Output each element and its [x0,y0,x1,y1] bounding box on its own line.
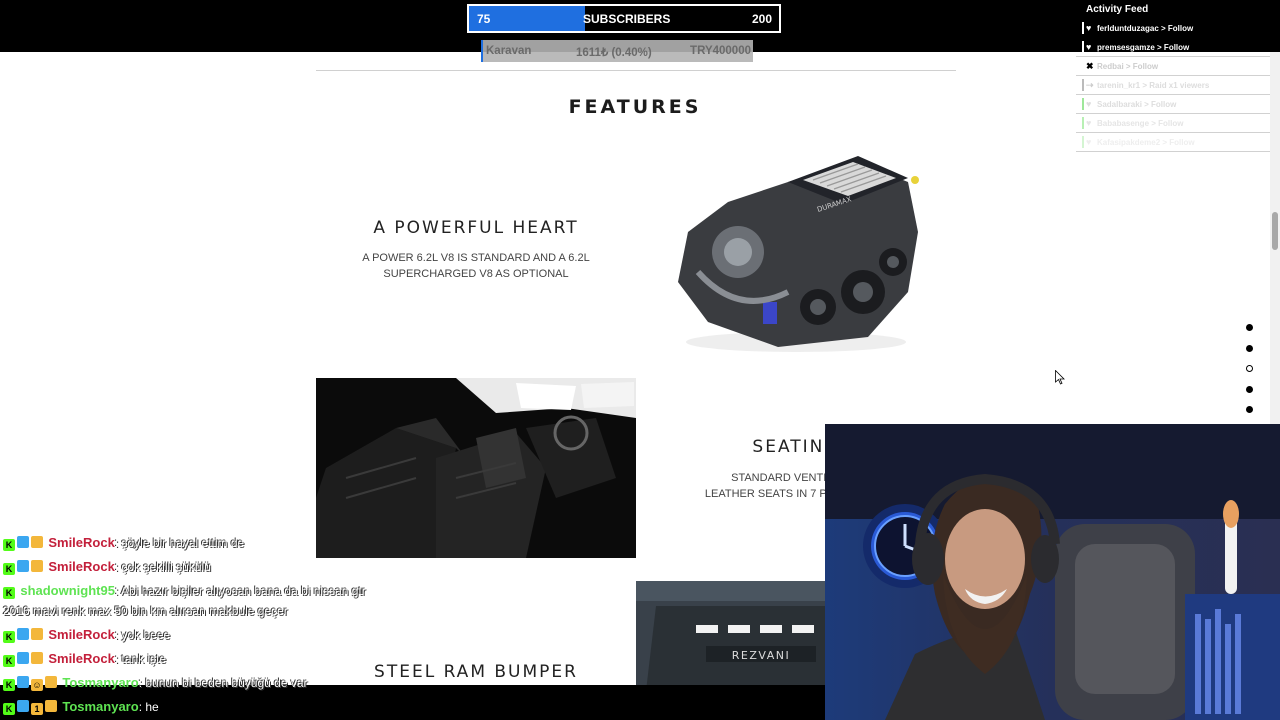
mouse-cursor-icon [1055,370,1065,385]
feed-item: ✖ Redbai > Follow [1076,57,1270,76]
chat-message: K shadownight95: Abi hazır bişiler alıyo… [3,582,366,600]
subscriber-target: 200 [751,12,772,26]
chat-message-continuation: 2016 mavi renk max 50 bin km alırsan mak… [3,602,288,620]
chat-text: : çok şekilli şükülü [114,560,211,574]
nav-dot-3-active[interactable] [1245,365,1253,372]
donation-goal-target: TRY400000 [690,45,751,57]
sub-badge-icon [17,628,29,640]
kick-badge-icon: K [3,587,15,599]
chat-username[interactable]: SmileRock [48,651,114,666]
donation-goal-name: Karavan [486,45,532,57]
crown-badge-icon [45,676,57,688]
chat-text: : bunun bi beden büyüğü de var [138,676,308,690]
kick-badge-icon: K [3,539,15,551]
chat-text: : tank işte [114,652,167,666]
chat-message: K SmileRock: yok beee [3,626,170,644]
feed-item: ♥ Kafasipakdeme2 > Follow [1076,133,1270,152]
heart-desc-line-1: A POWER 6.2L V8 IS STANDARD AND A 6.2L [362,252,590,264]
heart-icon: ♥ [1086,99,1092,109]
heart-desc-line-2: SUPERCHARGED V8 AS OPTIONAL [383,268,569,280]
kick-badge-icon: K [3,631,15,643]
nav-dot-2[interactable] [1245,344,1253,352]
powerful-heart-description: A POWER 6.2L V8 IS STANDARD AND A 6.2L S… [336,250,616,282]
sub-badge-icon [17,652,29,664]
chat-username[interactable]: shadownight95 [20,583,115,598]
interior-seating-image [316,378,636,558]
kick-badge-icon: K [3,563,15,575]
engine-image: DURAMAX [668,142,928,356]
chat-username[interactable]: Tosmanyaro [62,675,138,690]
tier-badge-icon: 1 [31,703,43,715]
feed-item: ♥ ferlduntduzagac > Follow [1076,19,1270,38]
kick-badge-icon: K [3,655,15,667]
sub-badge-icon [17,676,29,688]
gift-badge-icon [31,560,43,572]
webcam-feed [825,424,1280,720]
chat-text: : Abi hazır bişiler alıyosan bana da bi … [114,584,366,598]
activity-feed: Activity Feed ♥ ferlduntduzagac > Follow… [1076,0,1270,160]
section-divider [316,70,956,71]
kick-badge-icon: K [3,679,15,691]
chat-message: K SmileRock: tank işte [3,650,166,668]
powerful-heart-title: A Powerful Heart [373,218,579,238]
kick-badge-icon: K [3,703,15,715]
heart-icon: ♥ [1086,137,1092,147]
scrollbar-thumb[interactable] [1272,212,1278,250]
sub-badge-icon [17,536,29,548]
nav-dot-4[interactable] [1245,385,1253,393]
chat-text: 2016 mavi renk max 50 bin km alırsan mak… [3,604,288,618]
subscriber-goal-bar: 75 SUBSCRIBERS 200 [467,4,781,33]
feed-item: ♥ Sadalbaraki > Follow [1076,95,1270,114]
chat-text: : he [138,700,159,714]
nav-dot-5[interactable] [1245,406,1253,413]
stream-chat: K SmileRock: şöyle bir hayal ettim de K … [0,534,820,720]
feed-item: ♥ Bababasenge > Follow [1076,114,1270,133]
section-dot-nav [1243,324,1255,427]
heart-icon: ♥ [1086,42,1092,52]
chat-username[interactable]: SmileRock [48,535,114,550]
activity-feed-title: Activity Feed [1086,4,1149,15]
subscriber-count: 75 [477,12,491,26]
gift-badge-icon [31,628,43,640]
chat-text: : yok beee [114,628,171,642]
kick-icon: ✖ [1086,61,1094,71]
donation-goal-bar: Karavan 1611₺ (0.40%) TRY400000 [481,40,753,62]
gift-badge-icon [31,536,43,548]
gift-badge-icon [31,652,43,664]
subscriber-label: SUBSCRIBERS [583,12,671,26]
chat-message: K ☺ Tosmanyaro: bunun bi beden büyüğü de … [3,674,308,692]
sub-badge-icon [17,560,29,572]
chat-message: K SmileRock: şöyle bir hayal ettim de [3,534,244,552]
chat-message: K 1 Tosmanyaro: he [3,698,159,716]
raid-icon: ⇢ [1086,80,1094,90]
nav-dot-1[interactable] [1245,324,1253,331]
feed-item: ⇢ tarenin_kr1 > Raid x1 viewers [1076,76,1270,95]
chat-username[interactable]: Tosmanyaro [62,699,138,714]
chat-message: K SmileRock: çok şekilli şükülü [3,558,211,576]
crown-badge-icon [45,700,57,712]
og-badge-icon: ☺ [31,679,43,691]
page-scrollbar[interactable] [1270,52,1280,424]
donation-goal-amount: 1611₺ (0.40%) [576,47,652,59]
chat-username[interactable]: SmileRock [48,627,114,642]
heart-icon: ♥ [1086,23,1092,33]
sub-badge-icon [17,700,29,712]
heart-icon: ♥ [1086,118,1092,128]
stream-screen: Features A Powerful Heart A POWER 6.2L V… [0,0,1280,720]
chat-username[interactable]: SmileRock [48,559,114,574]
feed-item: ♥ premsesgamze > Follow [1076,38,1270,57]
chat-text: : şöyle bir hayal ettim de [114,536,245,550]
